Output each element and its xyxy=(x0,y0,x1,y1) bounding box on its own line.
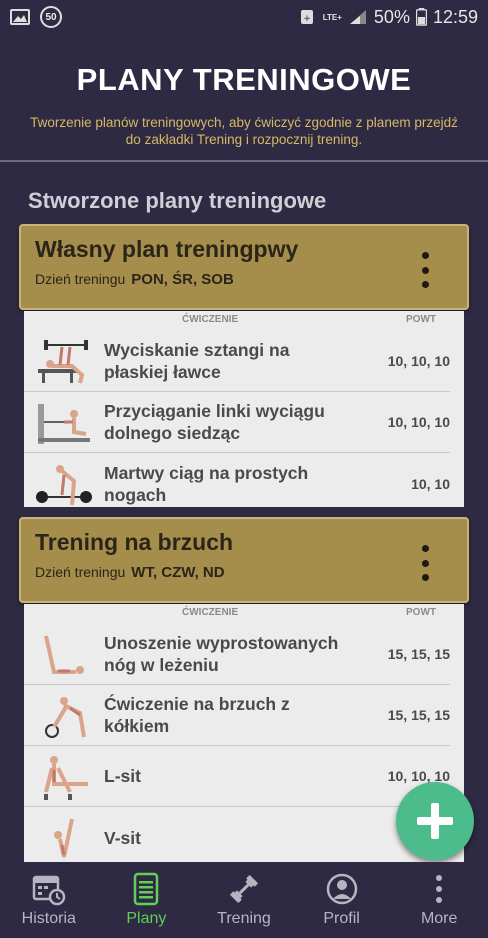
alarm-icon: + xyxy=(300,10,313,24)
plan-name: Własny plan treningpwy xyxy=(35,236,299,262)
exercise-name: V-sit xyxy=(104,827,141,848)
nav-label: Profil xyxy=(323,910,360,927)
nav-item-historia[interactable]: Historia xyxy=(0,862,98,938)
table-header: ĆWICZENIE POWT xyxy=(24,604,464,624)
ab-wheel-icon xyxy=(45,697,86,738)
plan-days: WT, CZW, ND xyxy=(131,564,225,581)
plan-days-label: Dzień treningu xyxy=(35,564,126,580)
nav-label: Trening xyxy=(217,910,271,927)
plan-days-row: Dzień treningu PON, ŚR, SOB xyxy=(35,271,234,288)
exercise-name: Ćwiczenie na brzuch z kółkiem xyxy=(104,694,290,736)
exercise-reps: 15, 15, 15 xyxy=(387,646,450,662)
battery-percent: 50% xyxy=(373,6,410,27)
nav-item-plany[interactable]: Plany xyxy=(98,862,196,938)
exercise-row[interactable]: Wyciskanie sztangi na płaskiej ławce 10,… xyxy=(24,331,450,392)
exercise-reps: 15, 15, 15 xyxy=(387,707,450,723)
clipboard-list-icon xyxy=(134,872,159,906)
clock: 12:59 xyxy=(432,6,478,27)
exercise-name: Martwy ciąg na prostych nogach xyxy=(104,462,309,505)
signal-icon xyxy=(349,10,366,24)
plan-options-icon[interactable] xyxy=(413,545,437,581)
v-sit-icon xyxy=(54,818,74,858)
nav-label: More xyxy=(420,910,458,927)
page-title: PLANY TRENINGOWE xyxy=(76,62,412,97)
exercise-reps: 10, 10, 10 xyxy=(387,353,450,369)
exercise-row[interactable]: Ćwiczenie na brzuch z kółkiem 15, 15, 15 xyxy=(24,685,450,746)
page-subtitle: Tworzenie planów treningowych, aby ćwicz… xyxy=(30,115,458,147)
plan-exercise-table: ĆWICZENIE POWT Wyciskanie sztangi na pła… xyxy=(24,311,464,507)
exercise-reps: 10, 10 xyxy=(411,475,450,492)
l-sit-icon xyxy=(44,756,88,800)
table-header: ĆWICZENIE POWT xyxy=(24,311,464,331)
column-header-exercise: ĆWICZENIE xyxy=(182,607,239,618)
exercise-reps: 10, 10, 10 xyxy=(387,414,450,430)
user-icon xyxy=(326,873,357,905)
deadlift-icon xyxy=(36,465,92,506)
network-type: LTE+ xyxy=(322,12,342,22)
image-icon xyxy=(10,9,30,25)
exercise-name: Unoszenie wyprostowanych nóg w leżeniu xyxy=(104,633,339,675)
exercise-name: Wyciskanie sztangi na płaskiej ławce xyxy=(104,340,290,382)
exercise-row[interactable]: Przyciąganie linki wyciągu dolnego siedz… xyxy=(24,392,450,453)
bottom-navigation: Historia Plany Trening Profil More xyxy=(0,862,488,938)
add-plan-button[interactable] xyxy=(396,782,474,860)
nav-label: Plany xyxy=(126,910,167,927)
exercise-row[interactable]: Martwy ciąg na prostych nogach 10, 10 xyxy=(24,453,450,514)
battery-icon xyxy=(415,8,427,26)
exercise-name: L-sit xyxy=(104,766,141,786)
exercise-row[interactable]: L-sit 10, 10, 10 xyxy=(24,746,450,807)
plan-days-label: Dzień treningu xyxy=(35,271,126,287)
notification-count-badge: 50 xyxy=(40,6,62,28)
status-bar: 50 + LTE+ 50% 12:59 xyxy=(0,0,488,34)
plan-days-row: Dzień treningu WT, CZW, ND xyxy=(35,564,225,581)
nav-label: Historia xyxy=(21,910,76,927)
column-header-reps: POWT xyxy=(406,314,436,325)
calendar-clock-icon xyxy=(32,875,66,906)
nav-item-more[interactable]: More xyxy=(390,862,488,938)
nav-item-profil[interactable]: Profil xyxy=(293,862,391,938)
section-title: Stworzone plany treningowe xyxy=(28,188,327,213)
plan-card-header[interactable]: Trening na brzuch Dzień treningu WT, CZW,… xyxy=(19,517,469,603)
plan-name: Trening na brzuch xyxy=(35,529,234,555)
exercise-row[interactable]: V-sit 1 xyxy=(24,807,450,868)
exercise-name: Przyciąganie linki wyciągu dolnego siedz… xyxy=(104,401,325,443)
plan-card-header[interactable]: Własny plan treningpwy Dzień treningu PON… xyxy=(19,224,469,310)
plan-options-icon[interactable] xyxy=(413,252,437,288)
column-header-exercise: ĆWICZENIE xyxy=(182,314,239,325)
svg-text:+: + xyxy=(303,14,311,24)
more-vertical-icon xyxy=(436,875,443,903)
seated-cable-row-icon xyxy=(38,404,90,444)
bench-press-icon xyxy=(38,340,88,384)
dumbbell-icon xyxy=(230,875,258,903)
nav-item-trening[interactable]: Trening xyxy=(195,862,293,938)
plan-days: PON, ŚR, SOB xyxy=(131,271,234,288)
exercise-row[interactable]: Unoszenie wyprostowanych nóg w leżeniu 1… xyxy=(24,624,450,685)
column-header-reps: POWT xyxy=(406,607,436,618)
header-divider xyxy=(0,160,488,162)
leg-raise-icon xyxy=(44,635,84,674)
plus-icon xyxy=(417,803,453,839)
